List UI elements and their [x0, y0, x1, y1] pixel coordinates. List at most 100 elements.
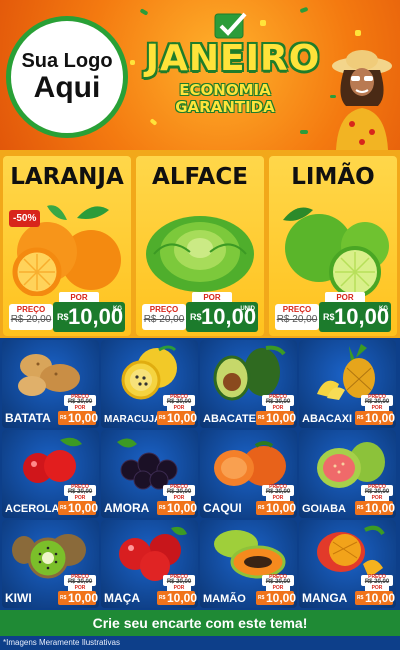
new-price-tag: R$ 10,00: [256, 411, 296, 425]
featured-card-alface: ALFACE POR PREÇO R$ 20,00 R$ 10,00 UNID: [136, 156, 264, 336]
price: 10,00: [68, 411, 99, 425]
product-name: MARACUJÁ: [104, 414, 162, 425]
product-name: ABACATE: [203, 413, 256, 425]
old-price: R$ 20,00: [276, 314, 318, 325]
disclaimer-note: *Imagens Meramente Ilustrativas: [0, 636, 400, 650]
price-tag: PREÇO R$ 20,00 POR R$ 10,00: [58, 485, 99, 515]
new-price-tag: R$ 10,00: [58, 411, 99, 425]
cta-banner[interactable]: Crie seu encarte com este tema!: [0, 610, 400, 636]
currency: R$: [357, 505, 364, 511]
currency: R$: [258, 415, 265, 421]
price-tag: POR PREÇO R$ 20,00 R$ 10,00 KG: [9, 292, 125, 332]
flyer: Sua Logo Aqui JANEIRO ECONOMIA GARANTIDA: [0, 0, 400, 650]
product-name: BATATA: [5, 411, 51, 425]
new-price-tag: R$ 10,00 KG: [319, 302, 391, 332]
lettuce-image: [146, 216, 254, 292]
currency: R$: [357, 415, 364, 421]
subtitle-line1: ECONOMIA: [179, 81, 271, 99]
product-name: MANGA: [302, 591, 348, 605]
old-price-tag: PREÇO R$ 20,00: [9, 304, 53, 330]
currency: R$: [258, 595, 265, 601]
lime-image: [283, 207, 389, 296]
product-name: LIMÃO: [291, 164, 375, 190]
new-price-tag: R$ 10,00: [58, 501, 99, 515]
price-tag: POR PREÇO R$ 20,00 R$ 10,00 UNID: [142, 292, 258, 332]
price: 10,00: [68, 501, 99, 515]
new-price-tag: R$ 10,00: [157, 591, 198, 605]
product-card-manga: MANGA PREÇO R$ 20,00 POR R$ 10,00: [299, 520, 396, 608]
price-tag: PREÇO R$ 20,00 POR R$ 10,00: [355, 575, 396, 605]
product-name: ABACAXI: [302, 413, 353, 425]
confetti: [300, 130, 308, 134]
new-price-tag: R$ 10,00: [58, 591, 98, 605]
product-card-goiaba: GOIABA PREÇO R$ 20,00 POR R$ 10,00: [299, 430, 396, 518]
old-price-label: PREÇO: [149, 305, 179, 314]
product-card-amora: AMORA PREÇO R$ 20,00 POR R$ 10,00: [101, 430, 198, 518]
price-tag: PREÇO R$ 20,00 POR R$ 10,00: [157, 395, 198, 425]
subtitle-line2: GARANTIDA: [175, 98, 275, 116]
product-card-maca: MAÇA PREÇO R$ 20,00 POR R$ 10,00: [101, 520, 198, 608]
price: 10,00: [167, 591, 198, 605]
title-month: JANEIRO: [145, 38, 321, 79]
product-card-maracuja: MARACUJÁ PREÇO R$ 20,00 POR R$ 10,00: [101, 340, 198, 428]
old-price: R$ 20,00: [143, 314, 185, 325]
confetti: [260, 20, 266, 26]
price-tag: PREÇO R$ 20,00 POR R$ 10,00: [256, 485, 297, 515]
currency: R$: [357, 595, 364, 601]
currency: R$: [159, 505, 166, 511]
product-name: GOIABA: [302, 503, 346, 515]
price: 10,00: [167, 411, 198, 425]
product-name: AMORA: [104, 501, 150, 515]
featured-card-limao: LIMÃO POR PREÇO R$ 20,00 R$ 10,00 KG: [269, 156, 397, 336]
new-price-tag: R$ 10,00: [256, 501, 297, 515]
price-tag: PREÇO R$ 20,00 POR R$ 10,00: [256, 575, 297, 605]
featured-card-laranja: LARANJA -50% POR PREÇO R$ 20,00 R$ 10,00…: [3, 156, 131, 336]
currency: R$: [60, 595, 67, 601]
confetti: [355, 30, 361, 36]
product-card-kiwi: KIWI PREÇO R$ 20,00 POR R$ 10,00: [2, 520, 99, 608]
currency: R$: [159, 415, 166, 421]
discount-badge: -50%: [9, 210, 41, 227]
currency: R$: [323, 312, 335, 322]
price: 10,00: [266, 591, 297, 605]
price: 10,00: [365, 591, 396, 605]
old-price-label: PREÇO: [16, 305, 46, 314]
new-price-tag: R$ 10,00: [157, 501, 198, 515]
price-tag: PREÇO R$ 20,00 POR R$ 10,00: [58, 395, 99, 425]
currency: R$: [57, 312, 69, 322]
price: 10,00: [266, 501, 297, 515]
new-price-tag: R$ 10,00: [157, 411, 198, 425]
price-tag: POR PREÇO R$ 20,00 R$ 10,00 KG: [275, 292, 391, 332]
new-price-tag: R$ 10,00 UNID: [186, 302, 258, 332]
product-grid: BATATA PREÇO R$ 20,00 POR R$ 10,00 MARACUJ…: [0, 338, 400, 610]
unit: UNID: [240, 306, 255, 312]
product-card-abacaxi: ABACAXI PREÇO R$ 20,00 POR R$ 10,00: [299, 340, 396, 428]
confetti: [130, 60, 135, 65]
confetti: [139, 8, 149, 16]
woman-with-hat-image: [332, 50, 392, 150]
currency: R$: [159, 595, 166, 601]
product-card-mamao: MAMÃO PREÇO R$ 20,00 POR R$ 10,00: [200, 520, 297, 608]
price-tag: PREÇO R$ 20,00 POR R$ 10,00: [355, 395, 395, 425]
product-name: CAQUI: [203, 501, 242, 515]
price-tag: PREÇO R$ 20,00 POR R$ 10,00: [58, 575, 98, 605]
product-card-acerola: ACEROLA PREÇO R$ 20,00 POR R$ 10,00: [2, 430, 99, 518]
product-name: MAMÃO: [203, 593, 246, 605]
new-price-tag: R$ 10,00 KG: [53, 302, 125, 332]
currency: R$: [60, 415, 67, 421]
old-price: R$ 20,00: [10, 314, 52, 325]
title-subtitle: ECONOMIA GARANTIDA: [150, 82, 300, 116]
price: 10,00: [365, 501, 396, 515]
logo-placeholder: Sua Logo Aqui: [6, 16, 128, 138]
new-price-tag: R$ 10,00: [355, 591, 396, 605]
new-price-tag: R$ 10,00: [256, 591, 297, 605]
product-name: ACEROLA: [5, 503, 60, 515]
product-name: LARANJA: [10, 164, 124, 190]
price-tag: PREÇO R$ 20,00 POR R$ 10,00: [256, 395, 296, 425]
price: 10,00: [167, 501, 198, 515]
old-price-tag: PREÇO R$ 20,00: [275, 304, 319, 330]
product-card-abacate: ABACATE PREÇO R$ 20,00 POR R$ 10,00: [200, 340, 297, 428]
product-name: KIWI: [5, 591, 32, 605]
price-tag: PREÇO R$ 20,00 POR R$ 10,00: [355, 485, 396, 515]
product-name: MAÇA: [104, 591, 140, 605]
